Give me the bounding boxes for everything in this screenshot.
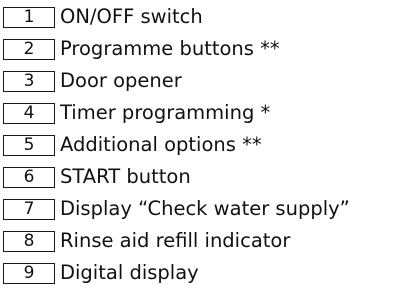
legend-label: Display “Check water supply” xyxy=(60,197,350,221)
legend-number-box: 7 xyxy=(3,198,55,220)
legend-label: ON/OFF switch xyxy=(60,5,203,29)
legend-number-box: 6 xyxy=(3,166,55,188)
legend-label: START button xyxy=(60,165,191,189)
legend-label: Timer programming * xyxy=(60,101,271,125)
legend-item-digital-display: 9 Digital display xyxy=(0,261,199,285)
legend-item-door-opener: 3 Door opener xyxy=(0,69,182,93)
legend-number-box: 8 xyxy=(3,230,55,252)
legend-item-additional-options: 5 Additional options ** xyxy=(0,133,262,157)
legend-item-check-water-supply-display: 7 Display “Check water supply” xyxy=(0,197,350,221)
legend-item-programme-buttons: 2 Programme buttons ** xyxy=(0,37,280,61)
legend-number-box: 9 xyxy=(3,262,55,284)
legend-label: Rinse aid refill indicator xyxy=(60,229,291,253)
legend-item-start-button: 6 START button xyxy=(0,165,191,189)
legend-number-box: 4 xyxy=(3,102,55,124)
legend-label: Digital display xyxy=(60,261,199,285)
legend-label: Programme buttons ** xyxy=(60,37,280,61)
legend-item-rinse-aid-refill-indicator: 8 Rinse aid refill indicator xyxy=(0,229,290,253)
legend-number-box: 1 xyxy=(3,6,55,28)
legend-label: Additional options ** xyxy=(60,133,262,157)
legend-number-box: 5 xyxy=(3,134,55,156)
legend-item-timer-programming: 4 Timer programming * xyxy=(0,101,270,125)
legend-number-box: 2 xyxy=(3,38,55,60)
legend-number-box: 3 xyxy=(3,70,55,92)
legend-item-on-off-switch: 1 ON/OFF switch xyxy=(0,5,203,29)
legend-label: Door opener xyxy=(60,69,182,93)
